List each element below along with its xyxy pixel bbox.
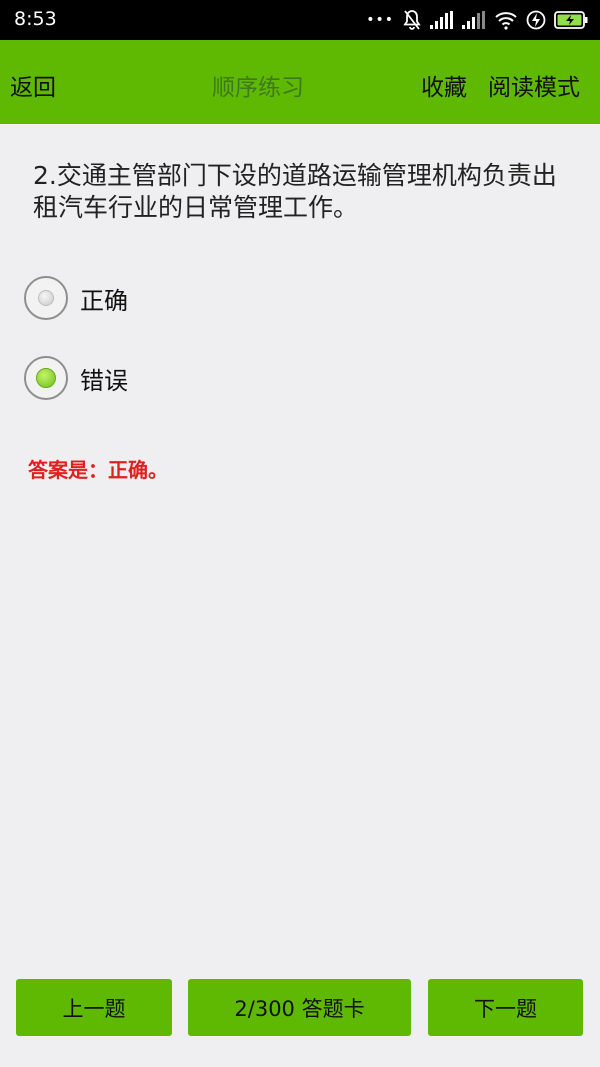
signal-icon (430, 11, 454, 29)
status-time: 8:53 (14, 8, 57, 30)
battery-icon (554, 11, 588, 29)
wifi-icon (494, 10, 518, 30)
page-title: 顺序练习 (212, 75, 304, 101)
option-correct[interactable]: 正确 (24, 273, 128, 323)
option-label: 错误 (80, 366, 128, 395)
radio-dot-icon (38, 290, 54, 306)
more-dots-icon: ••• (366, 12, 394, 28)
read-mode-button[interactable]: 阅读模式 (488, 68, 580, 102)
favorite-button[interactable]: 收藏 (421, 68, 467, 102)
radio-button-selected[interactable] (24, 356, 68, 400)
radio-dot-icon (36, 368, 56, 388)
status-bar: 8:53 ••• (0, 0, 600, 40)
signal-icon-2 (462, 11, 486, 29)
option-label: 正确 (80, 286, 128, 315)
option-wrong[interactable]: 错误 (24, 353, 128, 403)
prev-question-button[interactable]: 上一题 (16, 979, 172, 1036)
back-button[interactable]: 返回 (10, 68, 56, 102)
charging-bolt-icon (526, 9, 546, 31)
radio-button[interactable] (24, 276, 68, 320)
mute-bell-icon (402, 9, 422, 31)
answer-card-button[interactable]: 2/300 答题卡 (188, 979, 411, 1036)
status-icons: ••• (366, 6, 588, 34)
top-bar: 返回 顺序练习 收藏 阅读模式 (0, 40, 600, 124)
answer-text: 答案是：正确。 (28, 458, 168, 482)
question-text: 2.交通主管部门下设的道路运输管理机构负责出租汽车行业的日常管理工作。 (33, 161, 557, 222)
next-question-button[interactable]: 下一题 (428, 979, 583, 1036)
